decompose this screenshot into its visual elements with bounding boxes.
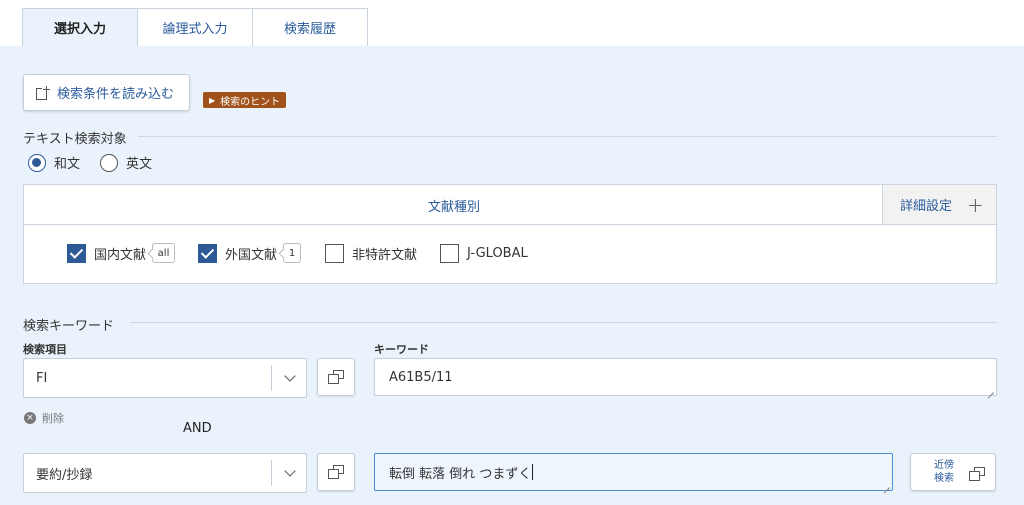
load-conditions-label: 検索条件を読み込む	[57, 87, 175, 102]
field-select-2[interactable]: 要約/抄録	[23, 453, 307, 493]
doc-type-checkboxes: 国内文献 all 外国文献 1 非特許文献 J-GLOBAL	[67, 243, 528, 263]
field-select-2-value: 要約/抄録	[36, 467, 93, 483]
divider	[130, 322, 997, 323]
keyword-input-2[interactable]: 転倒 転落 倒れ つまずく	[374, 453, 893, 491]
proximity-label-line1: 近傍	[934, 460, 954, 471]
field-popup-button-1[interactable]	[317, 358, 355, 396]
field-header: 検索項目	[23, 343, 67, 356]
resize-handle[interactable]	[882, 480, 890, 488]
doc-type-header: 文献種別 詳細設定 +	[24, 185, 996, 225]
play-icon: ▶	[209, 95, 216, 105]
search-hint-button[interactable]: ▶ 検索のヒント	[203, 92, 287, 108]
chevron-down-icon	[284, 465, 296, 477]
divider	[138, 136, 997, 137]
load-conditions-button[interactable]: 検索条件を読み込む	[23, 74, 190, 111]
foreign-count-badge[interactable]: 1	[283, 243, 302, 263]
checkbox-non-patent-label: 非特許文献	[352, 247, 418, 263]
search-panel: 検索条件を読み込む ▶ 検索のヒント テキスト検索対象 和文 英文 文献種別 詳…	[0, 46, 1024, 505]
doc-type-title: 文献種別	[427, 199, 480, 215]
text-target-title: テキスト検索対象	[23, 132, 127, 147]
keyword-input-1[interactable]: A61B5/11	[374, 358, 997, 396]
proximity-label-line2: 検索	[934, 473, 954, 484]
detail-settings-label: 詳細設定	[900, 199, 953, 214]
tab-search-history[interactable]: 検索履歴	[252, 8, 368, 46]
proximity-search-label: 近傍 検索	[929, 459, 959, 485]
field-popup-button-2[interactable]	[317, 453, 355, 491]
resize-handle[interactable]	[986, 385, 994, 393]
add-file-icon	[36, 85, 50, 100]
checkbox-jglobal[interactable]	[440, 243, 460, 263]
window-icon	[328, 370, 344, 384]
window-icon	[969, 467, 985, 481]
tab-logic-input[interactable]: 論理式入力	[137, 8, 253, 46]
radio-english-label: 英文	[126, 157, 153, 172]
checkbox-jglobal-label: J-GLOBAL	[467, 245, 528, 261]
window-icon	[328, 465, 344, 479]
keyword-header: キーワード	[374, 343, 429, 356]
field-select-1[interactable]: FI	[23, 358, 307, 398]
field-select-1-value: FI	[36, 370, 48, 386]
delete-row-button[interactable]: × 削除	[24, 410, 64, 426]
operator-label: AND	[183, 421, 212, 436]
chevron-down-icon	[284, 370, 296, 382]
checkbox-foreign-label: 外国文献	[225, 247, 278, 263]
text-caret	[532, 464, 534, 480]
radio-english[interactable]	[100, 153, 119, 172]
detail-settings-button[interactable]: 詳細設定 +	[882, 185, 996, 224]
keyword-input-1-value: A61B5/11	[389, 369, 453, 385]
radio-japanese-label: 和文	[54, 157, 81, 172]
keywords-title: 検索キーワード	[23, 319, 115, 334]
delete-label: 削除	[42, 412, 64, 425]
doc-type-box: 文献種別 詳細設定 + 国内文献 all 外国文献 1 非特許文献 J-GLOB…	[23, 184, 997, 284]
checkbox-foreign[interactable]	[198, 243, 218, 263]
keyword-input-2-value: 転倒 転落 倒れ つまずく	[389, 466, 532, 482]
checkbox-domestic[interactable]	[67, 243, 86, 263]
close-icon: ×	[24, 412, 36, 424]
tab-select-input[interactable]: 選択入力	[22, 8, 138, 46]
proximity-search-button[interactable]: 近傍 検索	[910, 453, 996, 491]
plus-icon: +	[967, 192, 984, 217]
language-radio-group: 和文 英文	[28, 153, 172, 172]
checkbox-domestic-label: 国内文献	[94, 247, 147, 263]
domestic-count-badge[interactable]: all	[152, 243, 176, 263]
radio-japanese[interactable]	[28, 153, 46, 172]
search-hint-label: 検索のヒント	[220, 96, 281, 108]
search-mode-tabs: 選択入力 論理式入力 検索履歴	[22, 8, 368, 46]
checkbox-non-patent[interactable]	[325, 243, 345, 263]
